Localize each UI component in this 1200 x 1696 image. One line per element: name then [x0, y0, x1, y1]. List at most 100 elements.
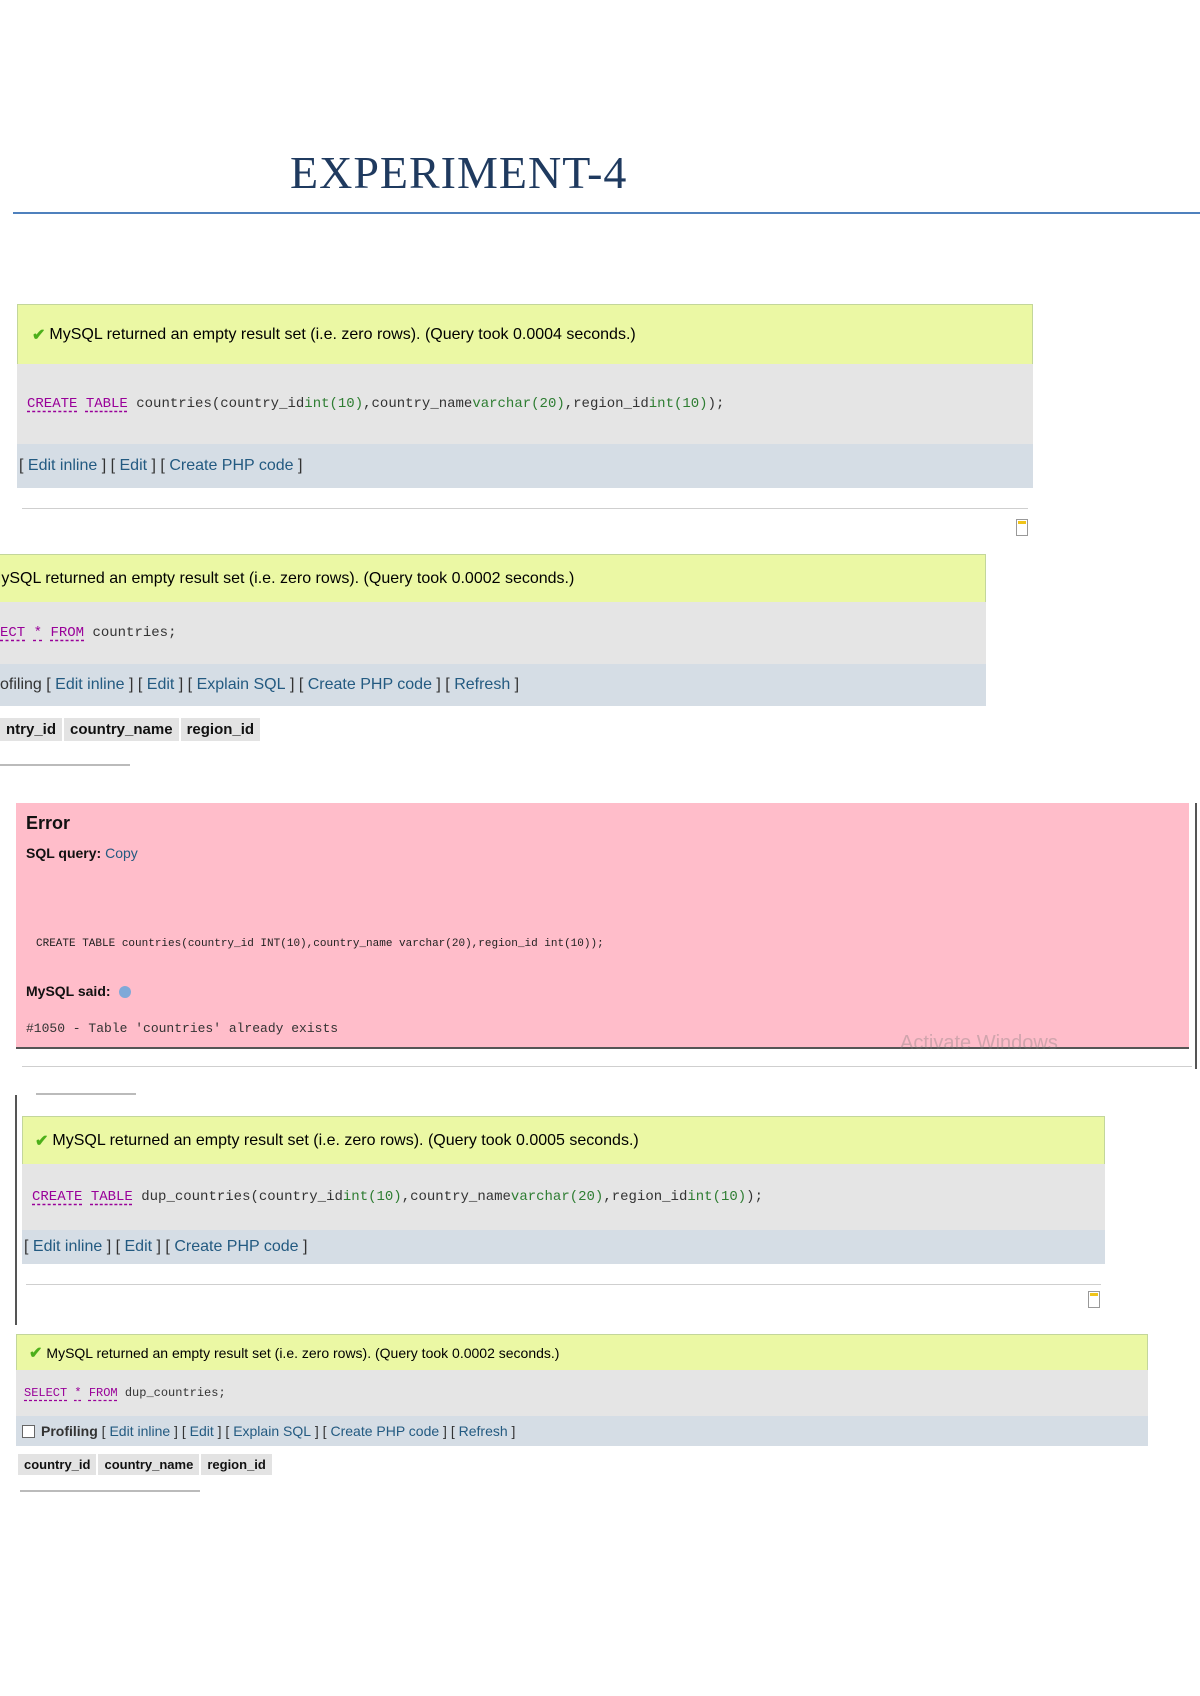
sql-keyword: *	[74, 1386, 82, 1400]
explain-sql-link[interactable]: Explain SQL	[197, 676, 286, 694]
refresh-link[interactable]: Refresh	[459, 1423, 508, 1439]
sql-type: int(10)	[687, 1189, 747, 1205]
sql-type: varchar(20)	[510, 1189, 604, 1205]
shot-create-countries: ✔ MySQL returned an empty result set (i.…	[17, 304, 1033, 488]
message-text: MySQL returned an empty result set (i.e.…	[46, 1344, 560, 1361]
column-header[interactable]: country_name	[98, 1454, 200, 1475]
check-icon: ✔	[32, 326, 46, 344]
create-php-code-link[interactable]: Create PHP code	[169, 457, 293, 475]
sql-table: dup_countries;	[124, 1386, 226, 1400]
sql-keyword: ECT	[0, 625, 26, 641]
message-text: MySQL returned an empty result set (i.e.…	[0, 569, 575, 587]
edit-link[interactable]: Edit	[147, 676, 175, 694]
sql-table: dup_countries	[141, 1189, 251, 1205]
sql-keyword: TABLE	[90, 1189, 133, 1205]
title-underline	[13, 212, 1200, 214]
sql-type: int(10)	[342, 1189, 402, 1205]
message-text: MySQL returned an empty result set (i.e.…	[52, 1131, 639, 1149]
success-message: ✔ MySQL returned an empty result set (i.…	[22, 1116, 1105, 1164]
column-header[interactable]: region_id	[180, 718, 261, 741]
check-icon: ✔	[29, 1344, 43, 1362]
document-icon[interactable]	[1016, 519, 1028, 536]
sql-text: ,region_id	[564, 396, 649, 412]
message-text: MySQL returned an empty result set (i.e.…	[49, 325, 636, 343]
column-header[interactable]: region_id	[201, 1454, 272, 1475]
divider	[26, 1284, 1101, 1285]
query-label-text: SQL query:	[26, 845, 102, 861]
sql-query: CREATE TABLE dup_countries (country_id in…	[22, 1164, 1105, 1230]
info-icon[interactable]	[118, 986, 131, 999]
profiling-checkbox[interactable]	[22, 1424, 35, 1438]
success-message: ✔ MySQL returned an empty result set (i.…	[17, 304, 1033, 364]
error-title: Error	[26, 813, 71, 833]
copy-link[interactable]: Copy	[105, 845, 138, 861]
sql-text: ,region_id	[603, 1189, 688, 1205]
edit-inline-link[interactable]: Edit inline	[33, 1238, 102, 1256]
shot-select-dup-countries: ✔ MySQL returned an empty result set (i.…	[16, 1334, 1148, 1446]
activate-windows-watermark: Activate Windows	[900, 1032, 1058, 1054]
sql-text: ,country_name	[363, 396, 473, 412]
edit-inline-link[interactable]: Edit inline	[55, 676, 124, 694]
sql-query: ECT * FROM countries;	[0, 602, 986, 664]
sql-table: countries	[136, 396, 212, 412]
page-title: EXPERIMENT-4	[290, 147, 628, 198]
sql-query-label: SQL query: Copy	[26, 845, 138, 861]
divider	[22, 508, 1028, 509]
error-box: Error SQL query: Copy CREATE TABLE count…	[16, 803, 1189, 1049]
sql-keyword: *	[33, 625, 43, 641]
divider	[22, 1066, 1192, 1067]
action-links: [ Edit inline ] [ Edit ] [ Create PHP co…	[22, 1230, 1105, 1264]
shot-create-dup-countries: ✔ MySQL returned an empty result set (i.…	[22, 1116, 1105, 1264]
create-php-code-link[interactable]: Create PHP code	[308, 676, 432, 694]
column-header[interactable]: country_id	[18, 1454, 97, 1475]
sql-text: );	[746, 1189, 763, 1205]
sql-text: );	[707, 396, 725, 412]
sql-text: ,country_name	[401, 1189, 511, 1205]
profiling-label: Profiling	[41, 1423, 98, 1439]
sql-keyword: TABLE	[85, 396, 128, 412]
sql-table: countries;	[92, 625, 177, 641]
edit-link[interactable]: Edit	[120, 457, 148, 475]
edit-inline-link[interactable]: Edit inline	[28, 457, 97, 475]
result-table-header: ntry_id country_name region_id	[0, 718, 262, 741]
refresh-link[interactable]: Refresh	[454, 676, 510, 694]
create-php-code-link[interactable]: Create PHP code	[174, 1238, 298, 1256]
edit-inline-link[interactable]: Edit inline	[109, 1423, 170, 1439]
profiling-label[interactable]: ofiling	[0, 676, 42, 694]
error-code: #1050 - Table 'countries' already exists	[26, 1021, 339, 1036]
sql-keyword: CREATE	[32, 1189, 83, 1205]
edit-link[interactable]: Edit	[125, 1238, 153, 1256]
scroll-fragment	[36, 1093, 136, 1095]
column-header[interactable]: country_name	[64, 718, 179, 741]
sql-text: (country_id	[211, 396, 305, 412]
result-table-header: country_id country_name region_id	[18, 1454, 274, 1475]
action-links: ofiling [ Edit inline ] [ Edit ] [ Expla…	[0, 664, 986, 706]
scroll-fragment	[0, 764, 130, 766]
edge-line	[15, 1095, 17, 1325]
error-sql: CREATE TABLE countries(country_id INT(10…	[36, 938, 604, 950]
sql-text: (country_id	[250, 1189, 343, 1205]
sql-type: int(10)	[648, 396, 708, 412]
edit-link[interactable]: Edit	[190, 1423, 214, 1439]
said-text: MySQL said:	[26, 983, 111, 999]
document-icon[interactable]	[1088, 1291, 1100, 1308]
sql-keyword: FROM	[50, 625, 85, 641]
check-icon: ✔	[35, 1132, 49, 1150]
sql-type: varchar(20)	[472, 396, 565, 412]
sql-type: int(10)	[304, 396, 364, 412]
success-message: ✔ MySQL returned an empty result set (i.…	[16, 1334, 1148, 1370]
shot-select-countries: MySQL returned an empty result set (i.e.…	[0, 554, 986, 706]
sql-keyword: FROM	[88, 1386, 118, 1400]
edge-line	[1195, 803, 1197, 1069]
create-php-code-link[interactable]: Create PHP code	[330, 1423, 439, 1439]
sql-keyword: CREATE	[27, 396, 78, 412]
explain-sql-link[interactable]: Explain SQL	[233, 1423, 311, 1439]
sql-query: SELECT * FROM dup_countries;	[16, 1370, 1148, 1416]
sql-query: CREATE TABLE countries (country_id int(10…	[17, 364, 1033, 444]
action-links: Profiling [ Edit inline ] [ Edit ] [ Exp…	[16, 1416, 1148, 1446]
scroll-fragment	[20, 1490, 200, 1492]
success-message: MySQL returned an empty result set (i.e.…	[0, 554, 986, 602]
column-header[interactable]: ntry_id	[0, 718, 63, 741]
mysql-said-label: MySQL said:	[26, 983, 131, 999]
action-links: [ Edit inline ] [ Edit ] [ Create PHP co…	[17, 444, 1033, 488]
